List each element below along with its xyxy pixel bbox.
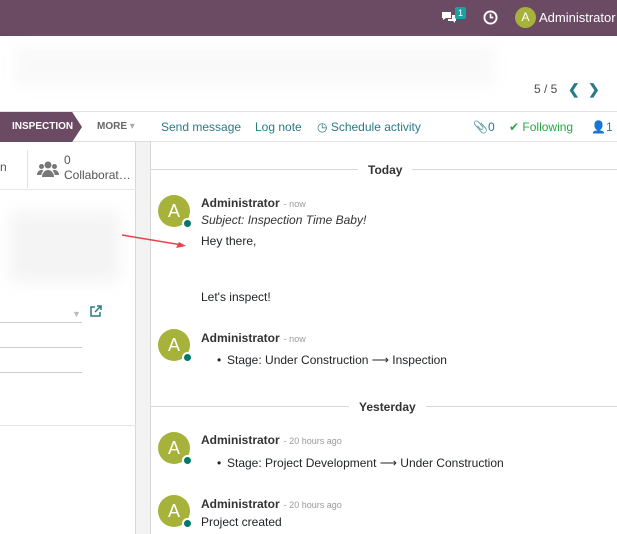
top-navbar: 1 A Administrator [0, 0, 617, 36]
annotation-arrow-icon [121, 234, 186, 248]
message-author[interactable]: Administrator - now [201, 331, 306, 345]
section-divider [0, 425, 136, 426]
form-view: INSPECTION MORE ▾ n 0 Collaborat… ▼ [0, 112, 151, 534]
smart-buttons: n 0 Collaborat… [0, 150, 136, 190]
message-subject: Subject: Inspection Time Baby! [201, 213, 367, 227]
message-avatar[interactable]: A [158, 432, 193, 466]
following-label: Following [522, 120, 574, 134]
field-underline[interactable] [0, 372, 82, 373]
send-message-button[interactable]: Send message [161, 120, 241, 134]
online-status-icon [182, 518, 193, 529]
more-label: MORE [97, 121, 127, 132]
message-author[interactable]: Administrator - now [201, 196, 306, 210]
smart-button-partial-label[interactable]: n [0, 160, 7, 174]
message-avatar[interactable]: A [158, 495, 193, 529]
followers-count: 1 [605, 120, 613, 134]
message-avatar[interactable]: A [158, 195, 193, 229]
clock-icon: ◷ [317, 120, 328, 134]
followers-button[interactable]: 👤1 [591, 120, 613, 134]
control-panel: 5 / 5 ❮ ❯ [0, 36, 617, 112]
tracking-value: Stage: Project Development ⟶ Under Const… [217, 456, 504, 470]
collaborators-label[interactable]: Collaborat… [64, 168, 131, 182]
form-sheet: n 0 Collaborat… ▼ [0, 142, 136, 534]
message-avatar[interactable]: A [158, 329, 193, 363]
following-button[interactable]: ✔ Following [509, 120, 573, 134]
schedule-activity-button[interactable]: ◷ Schedule activity [317, 120, 421, 134]
field-underline[interactable] [0, 347, 82, 348]
stage-inspection-button[interactable]: INSPECTION [0, 112, 82, 142]
status-bar: INSPECTION MORE ▾ [0, 112, 151, 142]
message-author[interactable]: Administrator - 20 hours ago [201, 497, 342, 511]
user-menu[interactable]: Administrator [539, 10, 616, 25]
online-status-icon [182, 218, 193, 229]
chatter-topbar: Send message Log note ◷ Schedule activit… [151, 112, 617, 142]
message-body: Project created [201, 515, 282, 529]
message-time: - now [283, 199, 306, 209]
message-author[interactable]: Administrator - 20 hours ago [201, 433, 342, 447]
external-link-icon[interactable] [90, 305, 102, 317]
pager-prev-button[interactable]: ❮ [568, 81, 580, 98]
schedule-activity-label: Schedule activity [330, 120, 421, 134]
message-body: Let's inspect! [201, 290, 271, 304]
online-status-icon [182, 455, 193, 466]
chatter-panel: Send message Log note ◷ Schedule activit… [151, 112, 617, 534]
blurred-field-area [10, 212, 120, 282]
message-body: Hey there, [201, 234, 257, 248]
dropdown-caret-icon[interactable]: ▼ [72, 309, 81, 319]
stage-more-dropdown[interactable]: MORE ▾ [97, 112, 135, 142]
separator-label-today: Today [358, 163, 413, 177]
pager-value[interactable]: 5 / 5 [534, 82, 557, 96]
attachments-button[interactable]: 📎0 [473, 120, 495, 134]
chevron-down-icon: ▾ [129, 121, 135, 132]
clock-icon[interactable] [483, 10, 498, 25]
log-note-button[interactable]: Log note [255, 120, 302, 134]
blurred-breadcrumb [15, 46, 495, 86]
people-icon [37, 161, 59, 177]
message-time: - 20 hours ago [283, 436, 342, 446]
chat-badge: 1 [455, 7, 467, 19]
message-time: - now [283, 334, 306, 344]
pager-next-button[interactable]: ❯ [588, 81, 600, 98]
online-status-icon [182, 352, 193, 363]
field-underline[interactable] [0, 322, 82, 323]
user-avatar[interactable]: A [515, 7, 536, 28]
smart-button-divider [27, 150, 28, 188]
message-time: - 20 hours ago [283, 500, 342, 510]
check-icon: ✔ [509, 120, 520, 134]
tracking-value: Stage: Under Construction ⟶ Inspection [217, 353, 447, 367]
user-icon: 👤 [591, 120, 606, 134]
attachments-count: 0 [487, 120, 495, 134]
paperclip-icon: 📎 [473, 120, 488, 134]
separator-label-yesterday: Yesterday [349, 400, 426, 414]
collaborators-count[interactable]: 0 [64, 153, 71, 167]
